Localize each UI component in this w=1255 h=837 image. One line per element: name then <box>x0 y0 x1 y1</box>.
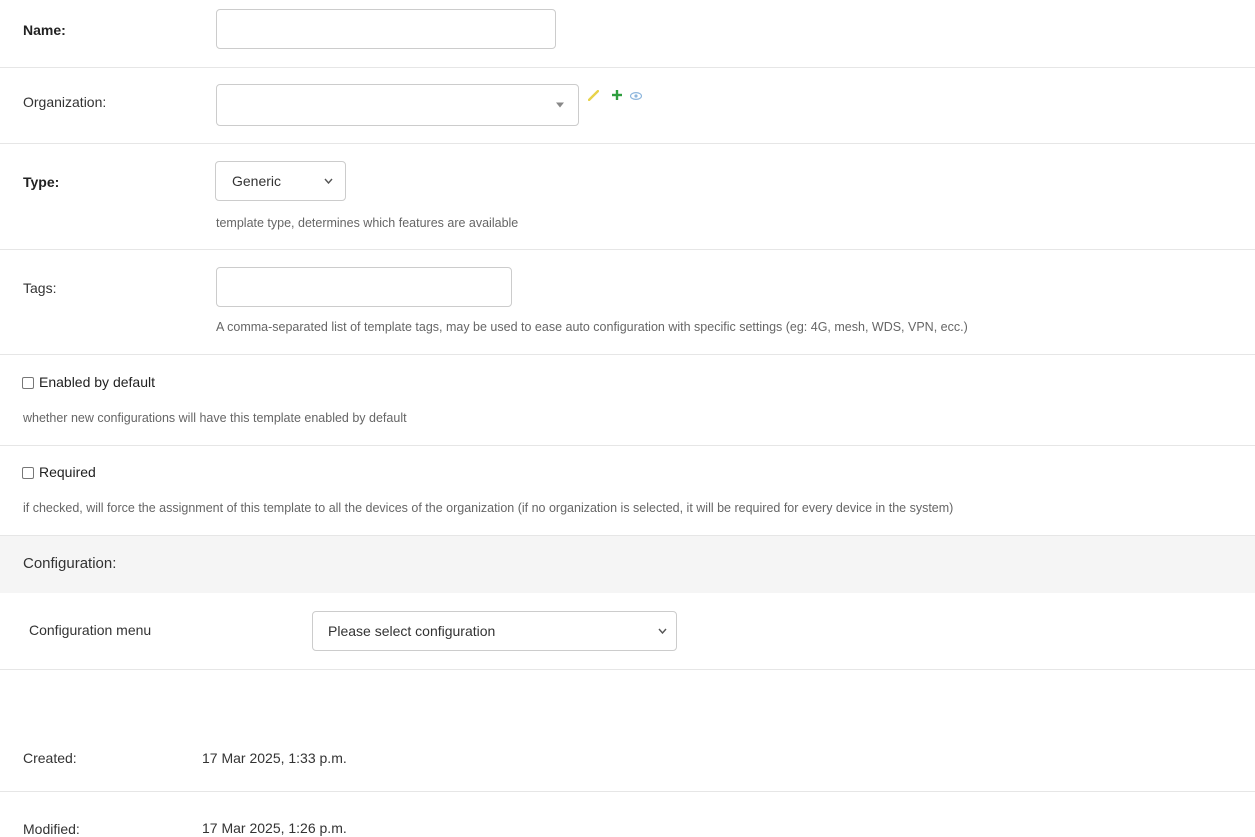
modified-value: 17 Mar 2025, 1:26 p.m. <box>202 820 347 836</box>
enabled-by-default-label: Enabled by default <box>39 374 155 390</box>
configuration-menu-value: Please select configuration <box>328 623 496 639</box>
name-label: Name: <box>23 22 66 38</box>
name-input[interactable] <box>216 9 556 49</box>
tags-input[interactable] <box>216 267 512 307</box>
type-help: template type, determines which features… <box>216 216 519 230</box>
configuration-menu-row: Configuration menu Please select configu… <box>0 593 1255 670</box>
eye-icon[interactable] <box>630 92 642 100</box>
created-value: 17 Mar 2025, 1:33 p.m. <box>202 750 347 766</box>
required-help: if checked, will force the assignment of… <box>23 501 954 515</box>
configuration-menu-label: Configuration menu <box>29 622 152 638</box>
configuration-menu-select[interactable]: Please select configuration <box>312 611 677 651</box>
required-checkbox[interactable] <box>22 467 34 479</box>
caret-down-icon <box>556 102 564 108</box>
modified-row: Modified: 17 Mar 2025, 1:26 p.m. <box>0 792 1255 837</box>
required-row: Required if checked, will force the assi… <box>0 446 1255 536</box>
tags-row: Tags: A comma-separated list of template… <box>0 250 1255 355</box>
configuration-header: Configuration: <box>0 536 1255 593</box>
chevron-down-icon <box>658 628 667 634</box>
organization-row: Organization: <box>0 68 1255 144</box>
required-label: Required <box>39 464 96 480</box>
modified-label: Modified: <box>23 821 80 837</box>
plus-icon[interactable] <box>612 90 622 100</box>
type-value: Generic <box>232 173 282 189</box>
pencil-icon[interactable] <box>588 90 599 101</box>
created-row: Created: 17 Mar 2025, 1:33 p.m. <box>0 670 1255 792</box>
type-row: Type: Generic template type, determines … <box>0 144 1255 250</box>
type-select[interactable]: Generic <box>215 161 346 201</box>
enabled-by-default-help: whether new configurations will have thi… <box>23 411 407 425</box>
organization-select[interactable] <box>216 84 579 126</box>
tags-help: A comma-separated list of template tags,… <box>216 320 968 334</box>
chevron-down-icon <box>324 178 333 184</box>
tags-label: Tags: <box>23 280 57 296</box>
type-label: Type: <box>23 174 60 190</box>
created-label: Created: <box>23 750 77 766</box>
configuration-header-label: Configuration: <box>23 555 117 572</box>
name-row: Name: <box>0 0 1255 68</box>
organization-label: Organization: <box>23 94 107 110</box>
enabled-by-default-row: Enabled by default whether new configura… <box>0 355 1255 446</box>
enabled-by-default-checkbox[interactable] <box>22 377 34 389</box>
